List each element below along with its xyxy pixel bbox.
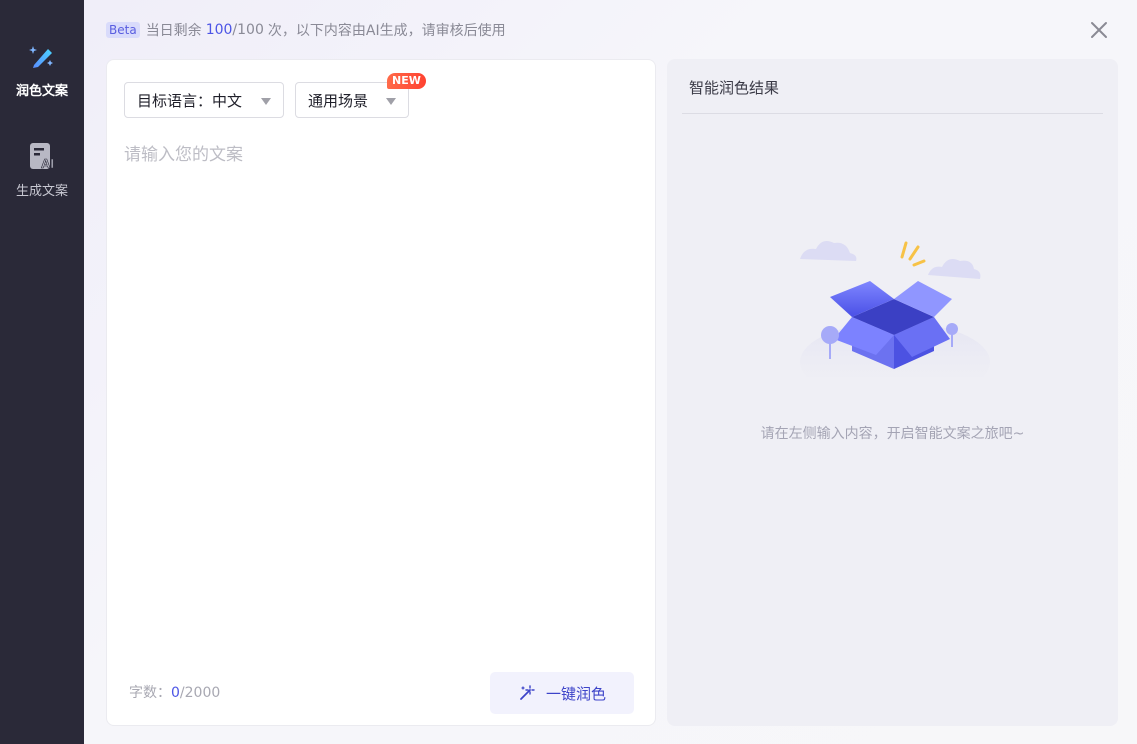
caret-down-icon xyxy=(386,98,396,105)
char-count: 字数：0/2000 xyxy=(129,682,220,702)
char-count-value: 0 xyxy=(171,685,180,701)
sidebar-item-generate[interactable]: AI 生成文案 xyxy=(0,140,84,199)
quota-suffix: 次，以下内容由AI生成，请审核后使用 xyxy=(267,23,506,39)
result-title: 智能润色结果 xyxy=(689,79,780,97)
magic-wand-icon xyxy=(520,685,535,700)
polish-button[interactable]: 一键润色 xyxy=(490,672,634,714)
editor-panel: 目标语言：中文 通用场景 NEW 字数：0/2000 一键润色 xyxy=(106,59,656,726)
svg-text:AI: AI xyxy=(41,156,54,171)
sidebar-item-label: 润色文案 xyxy=(15,84,68,99)
target-language-value: 目标语言：中文 xyxy=(137,91,243,110)
ai-document-icon: AI xyxy=(30,143,54,171)
quota-remaining: 100 xyxy=(205,22,233,38)
target-language-dropdown[interactable]: 目标语言：中文 xyxy=(124,82,284,118)
char-count-label: 字数： xyxy=(129,685,171,701)
copy-input[interactable] xyxy=(124,140,639,640)
main-area: Beta 当日剩余 100 /100 次，以下内容由AI生成，请审核后使用 目标… xyxy=(84,0,1137,744)
scene-value: 通用场景 xyxy=(308,91,369,110)
magic-pen-icon xyxy=(29,46,53,68)
quota-notice: Beta 当日剩余 100 /100 次，以下内容由AI生成，请审核后使用 xyxy=(106,20,506,40)
sidebar-item-polish[interactable]: 润色文案 xyxy=(0,40,84,99)
quota-prefix: 当日剩余 xyxy=(145,23,202,39)
polish-button-label: 一键润色 xyxy=(545,684,606,703)
empty-box-illustration xyxy=(800,241,990,377)
caret-down-icon xyxy=(261,98,271,105)
result-panel: 智能润色结果 请在左侧输入内容，开启智能文案之旅吧~ xyxy=(667,59,1118,726)
empty-state-text: 请在左侧输入内容，开启智能文案之旅吧~ xyxy=(760,426,1025,442)
close-icon[interactable] xyxy=(1089,20,1109,40)
beta-badge: Beta xyxy=(106,22,140,38)
new-badge: NEW xyxy=(387,73,426,89)
sidebar: 润色文案 AI 生成文案 xyxy=(0,0,84,744)
quota-total: /100 xyxy=(232,22,264,38)
sidebar-item-label: 生成文案 xyxy=(15,184,68,199)
divider xyxy=(682,113,1103,114)
char-count-max: /2000 xyxy=(179,685,221,701)
